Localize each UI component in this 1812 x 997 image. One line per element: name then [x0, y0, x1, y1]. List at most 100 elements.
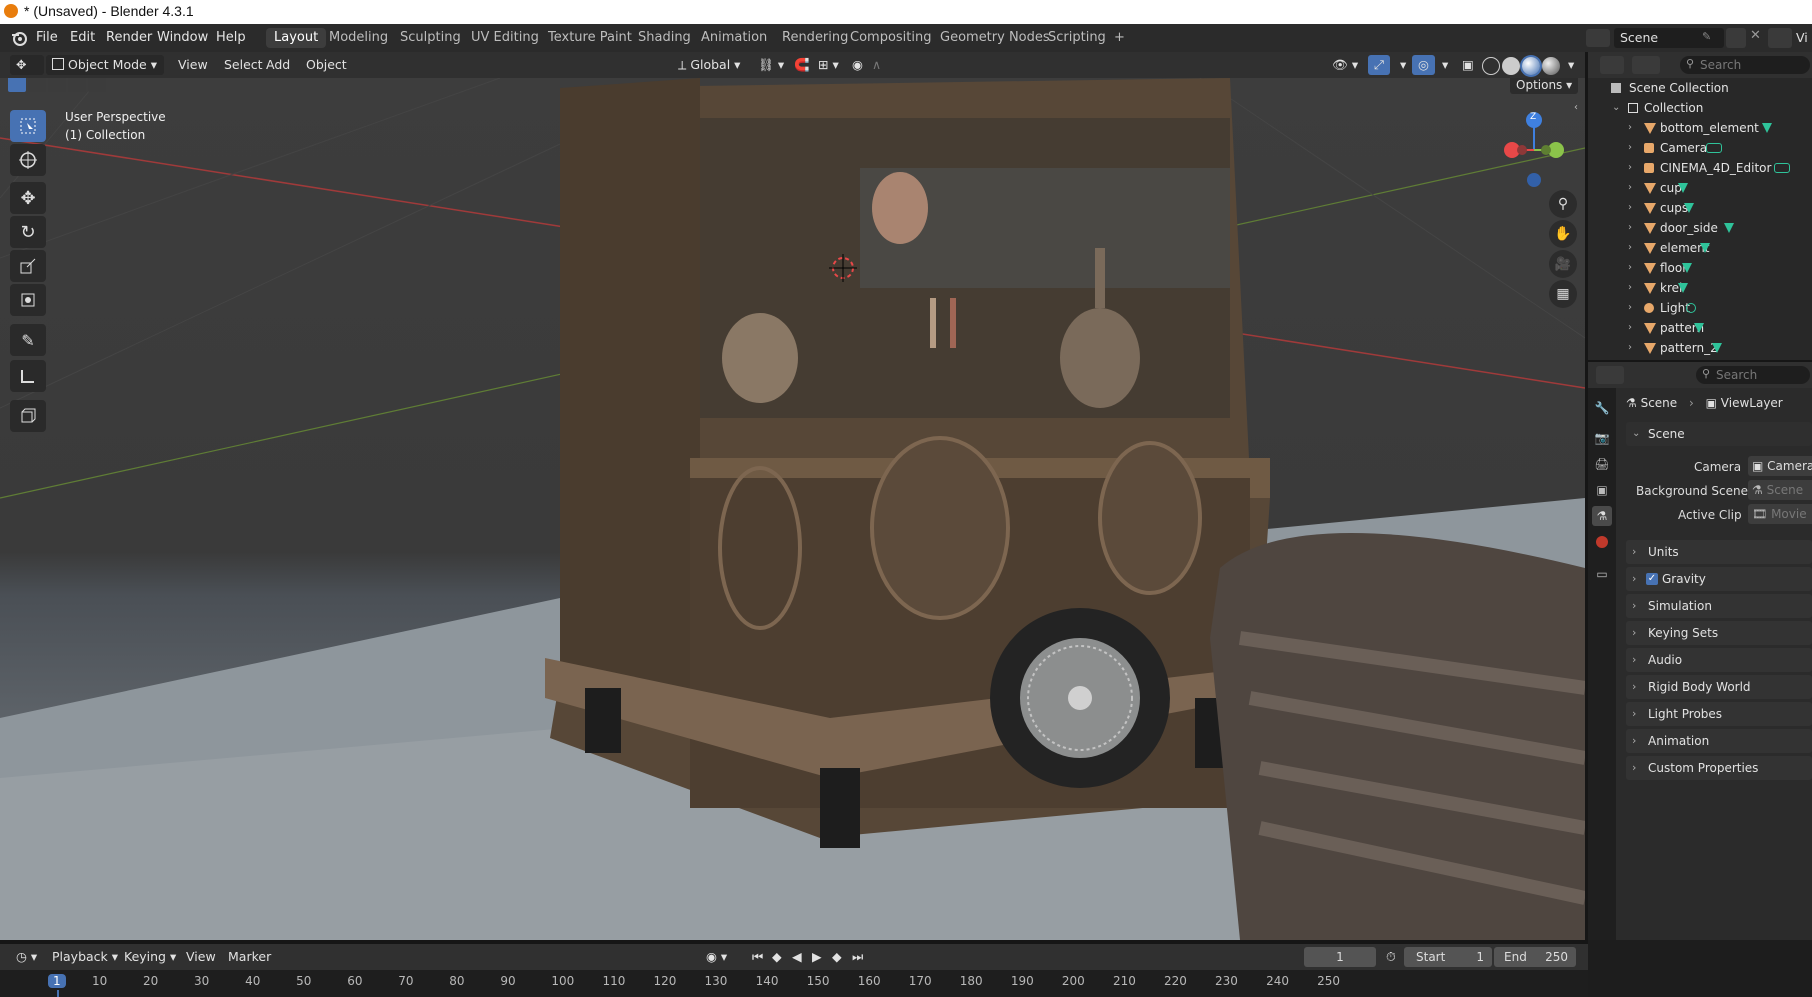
mesh-data-icon[interactable] — [1684, 203, 1694, 213]
current-frame-field[interactable]: 1 — [1304, 947, 1376, 967]
menu-render[interactable]: Render — [106, 30, 152, 45]
tab-scripting[interactable]: Scripting — [1040, 28, 1114, 48]
mesh-data-icon[interactable] — [1712, 343, 1722, 353]
expand-chevron-icon[interactable]: › — [1628, 158, 1632, 178]
3d-viewport[interactable]: User Perspective (1) Collection ✥ ↻ ✎ Op… — [0, 78, 1585, 940]
mesh-data-icon[interactable] — [1724, 223, 1734, 233]
expand-chevron-icon[interactable]: › — [1628, 258, 1632, 278]
select-box-tool-icon[interactable] — [10, 110, 46, 142]
expand-chevron-icon[interactable]: › — [1628, 318, 1632, 338]
transform-tool-icon[interactable] — [10, 284, 46, 316]
outliner-item[interactable]: › pattern — [1588, 318, 1812, 338]
camera-data-icon[interactable] — [1774, 163, 1790, 173]
mesh-data-icon[interactable] — [1694, 323, 1704, 333]
output-tab-icon[interactable]: 🖨 — [1592, 454, 1612, 474]
display-mode-icon[interactable] — [1632, 56, 1660, 74]
outliner-item[interactable]: › pattern_2 — [1588, 338, 1812, 358]
menu-timeline-view[interactable]: View — [180, 947, 222, 967]
tab-uv-editing[interactable]: UV Editing — [463, 28, 547, 48]
panel-rigid-body-world[interactable]: › Rigid Body World — [1626, 675, 1812, 699]
options-dropdown[interactable]: Options ▾ — [1510, 78, 1579, 94]
material-shading-icon[interactable] — [1522, 57, 1540, 75]
scene-tab-icon[interactable]: ⚗ — [1592, 506, 1612, 526]
select-subtract-icon[interactable] — [48, 78, 66, 92]
overlays-toggle-icon[interactable]: ◎ — [1412, 55, 1435, 75]
tab-texture-paint[interactable]: Texture Paint — [540, 28, 640, 48]
start-frame-field[interactable]: Start 1 — [1404, 947, 1492, 967]
menu-object[interactable]: Object — [300, 55, 353, 75]
move-tool-icon[interactable]: ✥ — [10, 182, 46, 214]
delete-scene-icon[interactable]: ✕ — [1750, 28, 1761, 43]
scene-section-header[interactable]: ⌄ Scene — [1626, 422, 1812, 446]
expand-chevron-icon[interactable]: › — [1628, 198, 1632, 218]
panel-units[interactable]: › Units — [1626, 540, 1812, 564]
view-layer-tab-icon[interactable]: ▣ — [1592, 480, 1612, 500]
outliner-item[interactable]: › Camera — [1588, 138, 1812, 158]
outliner-item[interactable]: › door_side — [1588, 218, 1812, 238]
outliner-item[interactable]: › bottom_element — [1588, 118, 1812, 138]
outliner-editor-type-icon[interactable] — [1600, 56, 1624, 74]
select-mode-buttons[interactable] — [8, 78, 106, 94]
panel-keying-sets[interactable]: › Keying Sets — [1626, 621, 1812, 645]
pivot-point-icon[interactable]: ⛓ ▾ — [752, 55, 790, 75]
transform-orientation-selector[interactable]: ⟂ Global ▾ — [672, 55, 746, 75]
scene-type-icon[interactable] — [1586, 29, 1610, 47]
expand-chevron-icon[interactable]: › — [1628, 218, 1632, 238]
tab-sculpting[interactable]: Sculpting — [392, 28, 469, 48]
active-clip-field[interactable]: 🎞 Movie C — [1748, 504, 1812, 524]
play-reverse-icon[interactable]: ◀ — [786, 947, 808, 967]
timeline-ruler[interactable]: 1 10 20 30 40 50 60 70 80 90 100 110 120 130 140 150 160… — [0, 970, 1588, 997]
stopwatch-icon[interactable]: ⏱ — [1380, 947, 1402, 967]
pan-hand-icon[interactable]: ✋ — [1549, 220, 1577, 248]
world-tab-icon[interactable] — [1592, 532, 1612, 552]
blender-menu-icon[interactable] — [10, 29, 28, 47]
end-frame-field[interactable]: End 250 — [1494, 947, 1576, 967]
properties-search-field[interactable]: ⚲ Search — [1696, 366, 1810, 384]
snap-target-icon[interactable]: ⊞ ▾ — [812, 55, 845, 75]
outliner-item[interactable]: › Light — [1588, 298, 1812, 318]
next-keyframe-icon[interactable]: ◆ — [826, 947, 848, 967]
collapse-chevron-icon[interactable]: ⌄ — [1612, 98, 1620, 118]
visibility-icon[interactable]: 👁 ▾ — [1326, 55, 1364, 75]
measure-tool-icon[interactable] — [10, 360, 46, 392]
tab-modeling[interactable]: Modeling — [321, 28, 396, 48]
expand-chevron-icon[interactable]: › — [1628, 178, 1632, 198]
outliner-search-field[interactable]: ⚲ Search — [1680, 56, 1810, 74]
menu-view[interactable]: View — [172, 55, 214, 75]
outliner-item[interactable]: › cups — [1588, 198, 1812, 218]
background-scene-field[interactable]: ⚗ Scene — [1748, 480, 1812, 500]
select-intersect-icon[interactable] — [88, 78, 106, 92]
shading-dropdown-icon[interactable]: ▾ — [1562, 55, 1580, 75]
editor-type-icon[interactable]: ✥ — [10, 55, 44, 75]
tab-layout[interactable]: Layout — [266, 28, 327, 48]
outliner-scene-collection[interactable]: Scene Collection — [1588, 78, 1812, 98]
mesh-data-icon[interactable] — [1682, 263, 1692, 273]
tool-tab-icon[interactable]: 🔧 — [1592, 398, 1612, 418]
panel-audio[interactable]: › Audio — [1626, 648, 1812, 672]
tab-shading[interactable]: Shading — [630, 28, 699, 48]
mode-selector[interactable]: Object Mode ▾ — [46, 55, 164, 75]
menu-edit[interactable]: Edit — [70, 30, 95, 45]
camera-view-icon[interactable]: 🎥 — [1549, 250, 1577, 278]
expand-chevron-icon[interactable]: › — [1628, 298, 1632, 318]
panel-animation[interactable]: › Animation — [1626, 729, 1812, 753]
menu-marker[interactable]: Marker — [222, 947, 277, 967]
mesh-data-icon[interactable] — [1678, 183, 1688, 193]
panel-simulation[interactable]: › Simulation — [1626, 594, 1812, 618]
properties-editor-type-icon[interactable] — [1596, 366, 1624, 384]
wireframe-shading-icon[interactable] — [1482, 57, 1500, 75]
render-tab-icon[interactable]: 📷 — [1592, 428, 1612, 448]
outliner-item[interactable]: › cup — [1588, 178, 1812, 198]
pin-icon[interactable]: ✎ — [1702, 30, 1711, 43]
outliner-item[interactable]: › floor — [1588, 258, 1812, 278]
new-scene-button[interactable] — [1726, 28, 1746, 48]
viewlayer-selector[interactable]: Vi — [1796, 30, 1808, 45]
rendered-shading-icon[interactable] — [1542, 57, 1560, 75]
mesh-data-icon[interactable] — [1700, 243, 1710, 253]
tab-animation[interactable]: Animation — [693, 28, 775, 48]
menu-keying[interactable]: Keying ▾ — [118, 947, 182, 967]
menu-playback[interactable]: Playback ▾ — [46, 947, 124, 967]
mesh-data-icon[interactable] — [1678, 283, 1688, 293]
select-extend-icon[interactable] — [28, 78, 46, 92]
panel-light-probes[interactable]: › Light Probes — [1626, 702, 1812, 726]
